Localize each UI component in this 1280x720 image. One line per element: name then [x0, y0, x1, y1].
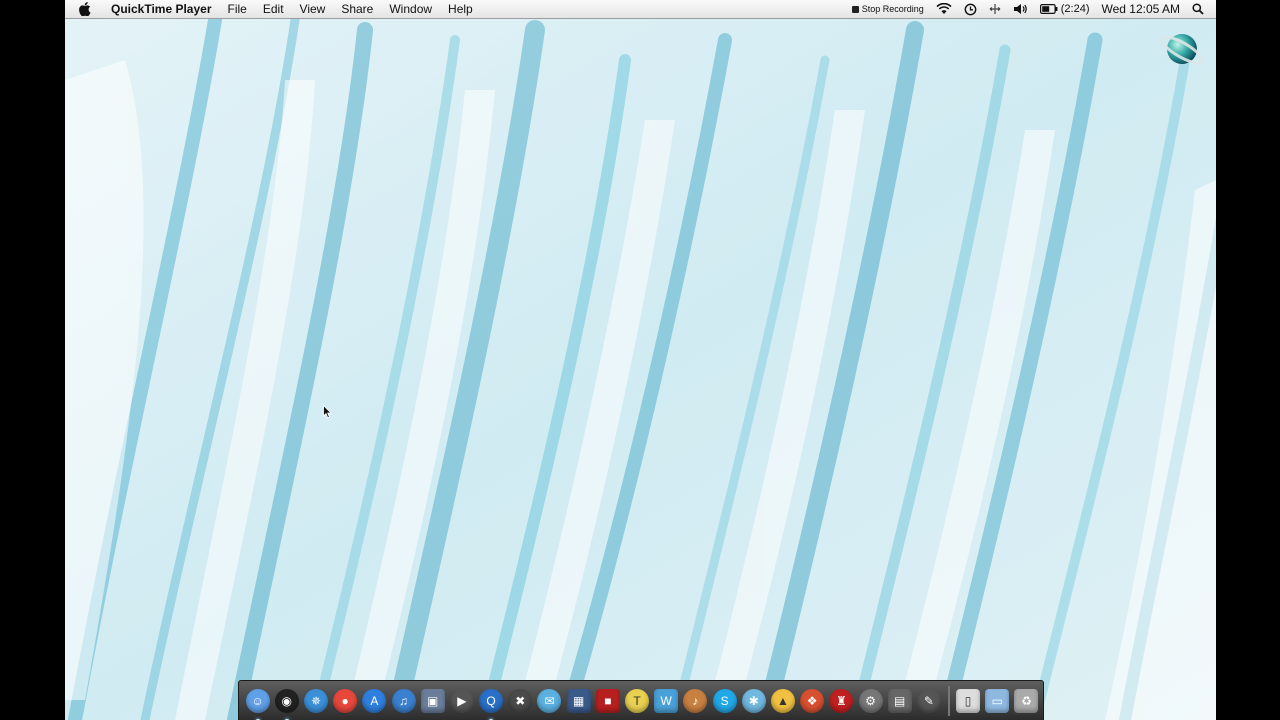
- video-icon[interactable]: ▤: [887, 688, 912, 713]
- menu-view[interactable]: View: [292, 0, 334, 19]
- menu-extras: Stop Recording (2:24) Wed 12:05 AM: [846, 0, 1216, 19]
- planet-widget-icon[interactable]: [1157, 24, 1207, 74]
- tool-icon[interactable]: ✖: [508, 688, 533, 713]
- text-editor-icon[interactable]: W: [654, 688, 679, 713]
- menu-file[interactable]: File: [220, 0, 255, 19]
- skype-icon[interactable]: S: [712, 688, 737, 713]
- menu-share[interactable]: Share: [333, 0, 381, 19]
- trash-icon[interactable]: ♻: [1014, 688, 1039, 713]
- photo-booth-icon[interactable]: ■: [595, 688, 620, 713]
- arrows-icon: [989, 4, 1001, 14]
- battery-icon: [1039, 4, 1058, 14]
- stop-recording-button[interactable]: Stop Recording: [851, 4, 924, 14]
- time-machine-icon: [964, 3, 977, 15]
- desktop[interactable]: QuickTime Player File Edit View Share Wi…: [65, 0, 1216, 720]
- menu-bar: QuickTime Player File Edit View Share Wi…: [65, 0, 1216, 19]
- menu-app-name[interactable]: QuickTime Player: [107, 0, 220, 19]
- mail-icon[interactable]: ✉: [537, 688, 562, 713]
- battery-status[interactable]: (2:24): [1039, 3, 1090, 15]
- battery-time: (2:24): [1060, 3, 1090, 15]
- vlc-icon[interactable]: ▲: [770, 688, 795, 713]
- app-store-icon[interactable]: A: [362, 688, 387, 713]
- safari-icon[interactable]: ✵: [303, 688, 328, 713]
- time-machine-status[interactable]: [964, 3, 977, 16]
- volume-status[interactable]: [1013, 3, 1028, 15]
- dashboard-icon[interactable]: ◉: [274, 688, 299, 720]
- stop-recording-label: Stop Recording: [861, 4, 924, 14]
- spotlight-button[interactable]: [1192, 3, 1204, 15]
- mouse-cursor-icon: [323, 405, 332, 419]
- facetime-icon[interactable]: ▶: [449, 688, 474, 713]
- guitar-icon[interactable]: ♪: [683, 688, 708, 713]
- menu-help[interactable]: Help: [440, 0, 481, 19]
- game-icon[interactable]: ♜: [829, 688, 854, 713]
- photo-icon[interactable]: ❖: [800, 688, 825, 713]
- document-icon[interactable]: ▯: [956, 688, 981, 713]
- dock-separator: [947, 685, 950, 716]
- menu-window[interactable]: Window: [381, 0, 440, 19]
- tshirt-icon[interactable]: T: [625, 688, 650, 713]
- system-preferences-icon[interactable]: ⚙: [858, 688, 883, 713]
- volume-icon: [1013, 4, 1027, 14]
- menu-edit[interactable]: Edit: [255, 0, 292, 19]
- pen-icon[interactable]: ✎: [916, 688, 941, 713]
- search-icon: [1192, 3, 1204, 15]
- finder-icon[interactable]: ☺: [245, 688, 270, 720]
- bluetooth-status[interactable]: [989, 3, 1001, 15]
- dock: ☺ ◉ ✵ ● A ♫ ▣ ▶ Q ✖ ✉ ▦ ■ T W ♪ S ✱ ▲ ❖ ♜ ⚙ ▤ ✎ ▯ ▭ ♻: [238, 680, 1044, 720]
- folder-icon[interactable]: ▭: [985, 688, 1010, 713]
- preview-icon[interactable]: ▣: [420, 688, 445, 713]
- stop-icon: [851, 5, 859, 13]
- bug-icon[interactable]: ✱: [741, 688, 766, 713]
- quicktime-icon[interactable]: Q: [479, 688, 504, 720]
- wifi-status[interactable]: [936, 3, 952, 15]
- chrome-icon[interactable]: ●: [333, 688, 358, 713]
- wifi-icon: [936, 3, 952, 14]
- spaces-icon[interactable]: ▦: [566, 688, 591, 713]
- clock[interactable]: Wed 12:05 AM: [1102, 2, 1181, 16]
- apple-icon[interactable]: [79, 2, 93, 16]
- itunes-icon[interactable]: ♫: [391, 688, 416, 713]
- desktop-wallpaper: [65, 0, 1216, 720]
